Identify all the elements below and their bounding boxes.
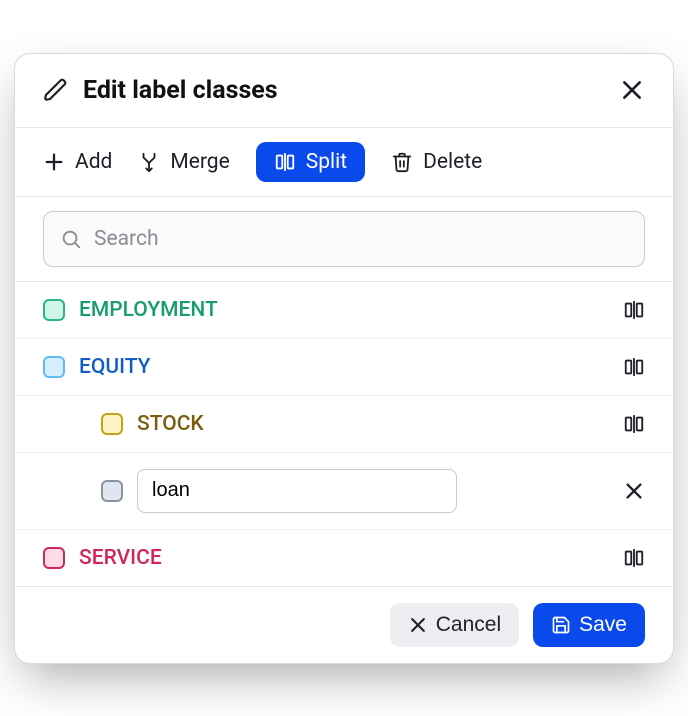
search-icon [60,228,82,250]
delete-button[interactable]: Delete [391,150,482,174]
close-icon[interactable] [623,480,645,502]
cancel-button[interactable]: Cancel [390,603,519,647]
label-name: EMPLOYMENT [79,298,218,322]
trash-icon [391,151,413,173]
pencil-icon [43,77,69,103]
merge-button[interactable]: Merge [138,150,229,174]
new-label-input[interactable] [137,469,457,513]
modal-title: Edit label classes [83,76,278,105]
color-swatch [101,413,123,435]
label-list: EMPLOYMENT EQUITY STOCK [15,281,673,586]
merge-icon [138,151,160,173]
label-name: SERVICE [79,546,162,570]
color-swatch [43,356,65,378]
save-label: Save [579,613,627,637]
split-icon[interactable] [623,299,645,321]
toolbar: Add Merge Split Delete [15,127,673,196]
split-icon[interactable] [623,547,645,569]
add-label: Add [75,150,112,174]
merge-label: Merge [170,150,229,174]
split-label: Split [306,150,347,174]
modal-header: Edit label classes [15,54,673,127]
split-icon[interactable] [623,356,645,378]
cancel-label: Cancel [436,613,501,637]
save-button[interactable]: Save [533,603,645,647]
label-row-new [15,453,673,530]
plus-icon [43,151,65,173]
close-icon [408,615,428,635]
split-icon [274,151,296,173]
search-input[interactable]: Search [43,211,645,267]
edit-label-classes-modal: Edit label classes Add Merge Split [14,53,674,664]
color-swatch [43,299,65,321]
save-icon [551,615,571,635]
delete-label: Delete [423,150,482,174]
add-button[interactable]: Add [43,150,112,174]
search-placeholder: Search [94,227,159,251]
label-row-employment[interactable]: EMPLOYMENT [15,282,673,339]
color-swatch [101,480,123,502]
split-icon[interactable] [623,413,645,435]
split-button[interactable]: Split [256,142,365,182]
label-row-stock[interactable]: STOCK [15,396,673,453]
modal-footer: Cancel Save [15,586,673,663]
color-swatch [43,547,65,569]
label-name: EQUITY [79,355,151,379]
label-row-service[interactable]: SERVICE [15,530,673,586]
label-row-equity[interactable]: EQUITY [15,339,673,396]
close-icon[interactable] [619,77,645,103]
label-name: STOCK [137,412,204,436]
